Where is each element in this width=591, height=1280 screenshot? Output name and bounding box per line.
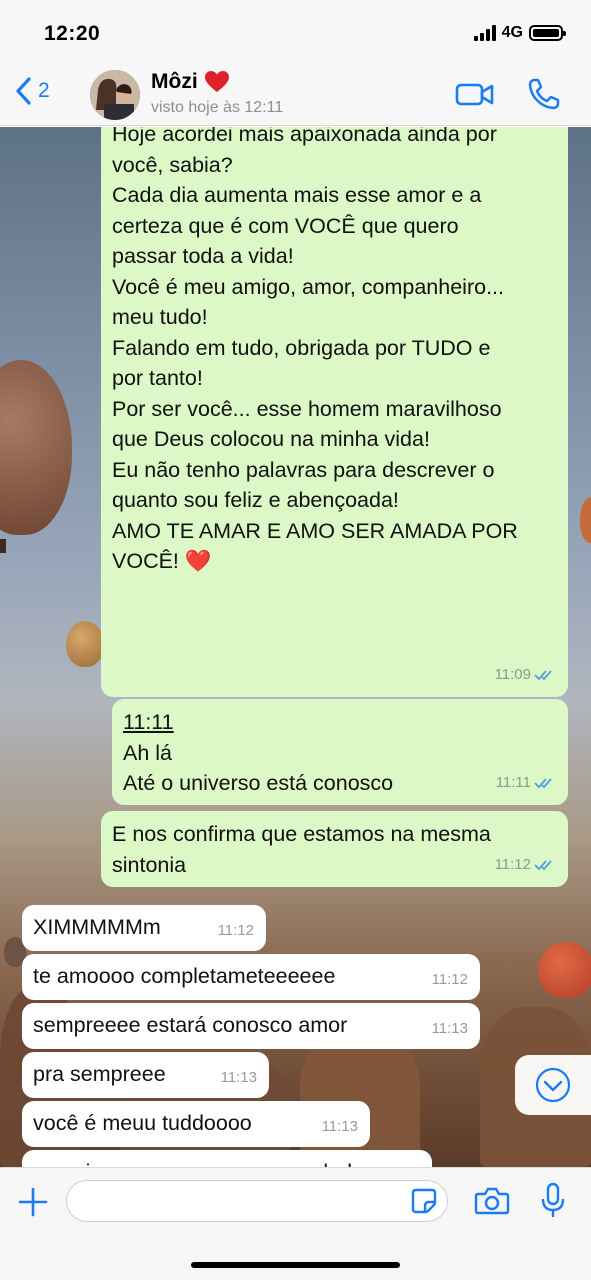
message-line: sempreeee estará conosco amor	[33, 1013, 348, 1037]
message-time: 11:13	[321, 1117, 358, 1135]
battery-icon	[529, 25, 566, 41]
message-meta: 11:12	[495, 850, 556, 881]
message-line: Falando em tudo, obrigada por TUDO e	[112, 335, 491, 360]
message-bubble-outgoing[interactable]: 11:11 Ah lá Até o universo está conosco …	[112, 699, 568, 805]
message-time: 11:12	[431, 970, 468, 988]
signal-icon	[473, 25, 496, 41]
message-time: 11:12	[217, 921, 254, 939]
message-line: você é meuu tuddoooo	[33, 1111, 252, 1135]
back-button[interactable]: 2	[14, 76, 50, 106]
message-time: 11:12	[494, 855, 531, 873]
message-bubble-incoming[interactable]: você é meuu tuddoooo 11:13	[22, 1101, 370, 1147]
message-line: Eu não tenho palavras para descrever o	[112, 457, 495, 482]
message-line: certeza que é com VOCÊ que quero	[112, 213, 459, 238]
status-indicators: 4G	[473, 24, 566, 42]
chevron-down-icon	[535, 1067, 571, 1103]
voice-call-button[interactable]	[526, 76, 562, 112]
message-line: AMO TE AMAR E AMO SER AMADA POR	[112, 518, 518, 543]
chat-area[interactable]: Hoje acordei mais apaixonada ainda por v…	[0, 127, 591, 1167]
message-line: E nos confirma que estamos na mesma	[112, 822, 491, 846]
message-bubble-outgoing[interactable]: E nos confirma que estamos na mesma sint…	[101, 811, 568, 887]
message-line: Por ser você... esse homem maravilhoso	[112, 396, 502, 421]
message-line: Ah lá	[123, 740, 173, 765]
message-line: por tanto!	[112, 366, 203, 390]
message-bubble-incoming[interactable]: pra sempreee 11:13	[22, 1052, 269, 1098]
message-line: Até o universo está conosco	[123, 771, 394, 795]
chat-header: 2 Môzi visto hoje às 12:11	[0, 62, 591, 126]
message-line: 11:11	[123, 710, 174, 734]
camera-button[interactable]	[474, 1186, 510, 1216]
message-line: sintonia	[112, 852, 187, 877]
contact-name-row[interactable]: Môzi	[151, 70, 230, 94]
status-time: 12:20	[44, 22, 101, 45]
heart-emoji-icon	[204, 71, 229, 92]
message-time: 11:09	[494, 665, 531, 683]
microphone-button[interactable]	[540, 1182, 566, 1220]
message-line: meu tudo!	[112, 305, 208, 329]
back-chevron-icon	[16, 77, 31, 105]
sticker-button[interactable]	[410, 1187, 438, 1215]
message-line: que Deus colocou na minha vida!	[112, 427, 430, 451]
message-bubble-incoming[interactable]: te amoooo completameteeeeee 11:12	[22, 954, 480, 1000]
avatar[interactable]	[90, 70, 140, 120]
message-line: você, sabia?	[112, 152, 233, 177]
message-line: Cada dia aumenta mais esse amor e a	[112, 183, 482, 207]
double-check-icon	[534, 778, 552, 789]
scroll-to-bottom-button[interactable]	[515, 1055, 591, 1115]
sticker-icon	[411, 1188, 437, 1214]
message-line: que viver pra sempree ao seu ladoo	[33, 1157, 421, 1167]
message-bubble-incoming[interactable]: sempreeee estará conosco amor 11:13	[22, 1003, 480, 1049]
message-meta: 11:12	[218, 916, 254, 947]
contact-name: Môzi	[151, 70, 198, 93]
message-line: Hoje acordei mais apaixonada ainda por	[112, 127, 497, 146]
message-bubble-incoming[interactable]: que viver pra sempree ao seu ladoo	[22, 1150, 432, 1167]
network-label: 4G	[501, 24, 523, 41]
video-call-icon	[455, 83, 494, 106]
message-line: quanto sou feliz e abençoada!	[112, 488, 399, 512]
unread-count: 2	[38, 79, 50, 102]
microphone-icon	[541, 1182, 565, 1217]
message-line: passar toda a vida!	[112, 244, 294, 268]
message-meta: 11:12	[432, 965, 468, 996]
status-bar: 12:20 4G	[0, 0, 591, 62]
message-bubble-incoming[interactable]: XIMMMMMm 11:12	[22, 905, 266, 951]
contact-last-seen: visto hoje às 12:11	[151, 99, 284, 116]
message-meta: 11:13	[322, 1112, 358, 1143]
camera-icon	[474, 1187, 510, 1215]
double-check-icon	[534, 670, 552, 681]
message-time: 11:11	[495, 773, 531, 791]
phone-icon	[528, 78, 560, 110]
message-bubble-outgoing[interactable]: Hoje acordei mais apaixonada ainda por v…	[101, 127, 568, 697]
message-meta: 11:11	[496, 768, 556, 799]
attach-button[interactable]	[17, 1186, 49, 1218]
message-line: VOCÊ! ❤️	[112, 549, 212, 573]
home-indicator	[191, 1262, 400, 1268]
message-time: 11:13	[220, 1068, 257, 1086]
message-line: te amoooo completameteeeeee	[33, 964, 336, 988]
message-meta: 11:13	[432, 1014, 468, 1045]
message-meta: 11:09	[495, 660, 556, 691]
double-check-icon	[534, 860, 552, 871]
message-input[interactable]	[66, 1180, 448, 1222]
message-line: Você é meu amigo, amor, companheiro...	[112, 274, 504, 299]
message-meta: 11:13	[221, 1063, 257, 1094]
message-time: 11:13	[431, 1019, 468, 1037]
plus-icon	[18, 1187, 48, 1217]
video-call-button[interactable]	[455, 80, 495, 108]
